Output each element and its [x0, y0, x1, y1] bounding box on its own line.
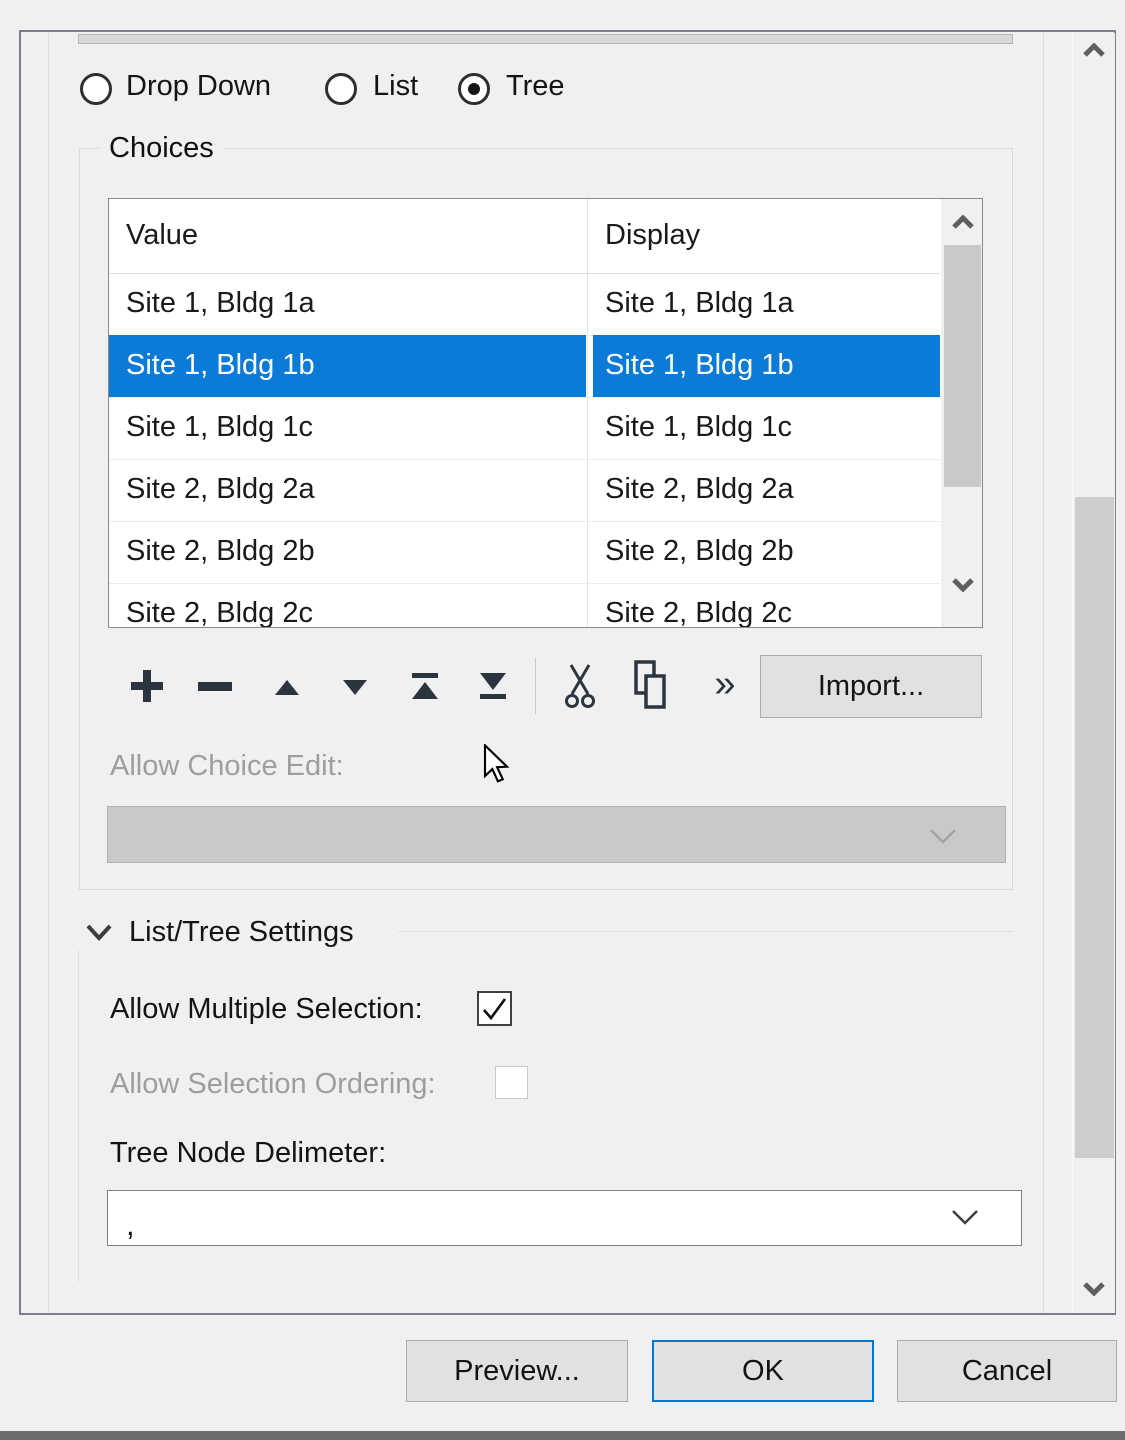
minus-icon: [198, 682, 232, 691]
dialog-scrollbar-thumb[interactable]: [1075, 497, 1114, 1158]
scroll-down-icon[interactable]: [951, 577, 975, 592]
double-chevron-right-icon: »: [714, 663, 735, 706]
preview-button[interactable]: Preview...: [406, 1340, 628, 1402]
remove-choice-button[interactable]: [196, 666, 234, 706]
table-header-row: Value Display: [109, 199, 940, 274]
copy-button[interactable]: [630, 658, 672, 714]
move-to-bottom-button[interactable]: [477, 664, 509, 708]
allow-selection-ordering-checkbox: [495, 1066, 528, 1099]
window-bottom-edge: [0, 1431, 1125, 1440]
triangle-down-bar-icon: [479, 673, 507, 699]
tree-node-delimiter-value: ,: [126, 1207, 135, 1243]
clipped-control-above: [78, 34, 1013, 44]
radio-tree-label[interactable]: Tree: [506, 70, 565, 103]
tree-node-delimiter-combo[interactable]: ,: [107, 1190, 1022, 1246]
choice-row-selected[interactable]: Site 1, Bldg 1b Site 1, Bldg 1b: [109, 335, 940, 398]
more-actions-button[interactable]: »: [705, 660, 745, 708]
collapse-chevron-icon[interactable]: [84, 922, 114, 942]
table-scrollbar-thumb[interactable]: [944, 245, 981, 487]
scissors-icon: [563, 663, 597, 709]
allow-selection-ordering-label: Allow Selection Ordering:: [110, 1068, 436, 1101]
table-scrollbar[interactable]: [940, 199, 983, 627]
inner-panel-left-border: [48, 33, 49, 1313]
radio-list[interactable]: [325, 73, 357, 105]
import-button[interactable]: Import...: [760, 655, 982, 718]
radio-list-label[interactable]: List: [373, 70, 418, 103]
column-header-display: Display: [605, 219, 700, 252]
radio-drop-down[interactable]: [80, 73, 112, 105]
add-choice-button[interactable]: [127, 664, 167, 708]
choices-group-title: Choices: [99, 132, 224, 165]
choice-row[interactable]: Site 1, Bldg 1a Site 1, Bldg 1a: [109, 273, 940, 336]
triangle-up-icon: [275, 680, 299, 695]
choices-table: Value Display Site 1, Bldg 1a Site 1, Bl…: [108, 198, 983, 628]
radio-drop-down-label[interactable]: Drop Down: [126, 70, 271, 103]
allow-multiple-selection-checkbox[interactable]: [477, 991, 512, 1026]
choices-properties-dialog: Drop Down List Tree Choices Value Displa…: [0, 0, 1125, 1440]
scroll-up-icon[interactable]: [1082, 43, 1106, 58]
inner-panel-right-border: [1043, 33, 1044, 1313]
ok-button[interactable]: OK: [652, 1340, 874, 1402]
list-tree-settings-title[interactable]: List/Tree Settings: [129, 916, 354, 949]
allow-multiple-selection-label: Allow Multiple Selection:: [110, 993, 423, 1026]
mouse-cursor: [483, 744, 511, 784]
checkmark-icon: [479, 993, 510, 1024]
cut-button[interactable]: [560, 660, 600, 712]
scroll-down-icon[interactable]: [1082, 1281, 1106, 1296]
choice-row[interactable]: Site 2, Bldg 2b Site 2, Bldg 2b: [109, 521, 940, 584]
copy-icon: [633, 660, 669, 712]
scroll-up-icon[interactable]: [951, 215, 975, 230]
toolbar-separator: [535, 658, 536, 714]
choice-row[interactable]: Site 2, Bldg 2c Site 2, Bldg 2c: [109, 583, 940, 627]
dialog-scrollbar[interactable]: [1072, 33, 1115, 1313]
column-header-value: Value: [126, 219, 198, 252]
allow-choice-edit-label: Allow Choice Edit:: [110, 750, 344, 783]
move-down-button[interactable]: [340, 668, 370, 706]
move-to-top-button[interactable]: [409, 664, 441, 708]
plus-icon: [129, 668, 165, 704]
allow-choice-edit-dropdown: [107, 806, 1006, 863]
chevron-down-icon[interactable]: [949, 1207, 981, 1227]
tree-node-delimiter-label: Tree Node Delimeter:: [110, 1137, 386, 1170]
triangle-down-icon: [343, 680, 367, 695]
section-title-rule: [398, 931, 1013, 932]
chevron-down-icon: [927, 827, 959, 845]
section-guide-line: [78, 950, 79, 1282]
radio-tree[interactable]: [458, 73, 490, 105]
choice-row[interactable]: Site 1, Bldg 1c Site 1, Bldg 1c: [109, 397, 940, 460]
choice-row[interactable]: Site 2, Bldg 2a Site 2, Bldg 2a: [109, 459, 940, 522]
cancel-button[interactable]: Cancel: [897, 1340, 1117, 1402]
triangle-up-bar-icon: [411, 673, 439, 699]
move-up-button[interactable]: [272, 668, 302, 706]
